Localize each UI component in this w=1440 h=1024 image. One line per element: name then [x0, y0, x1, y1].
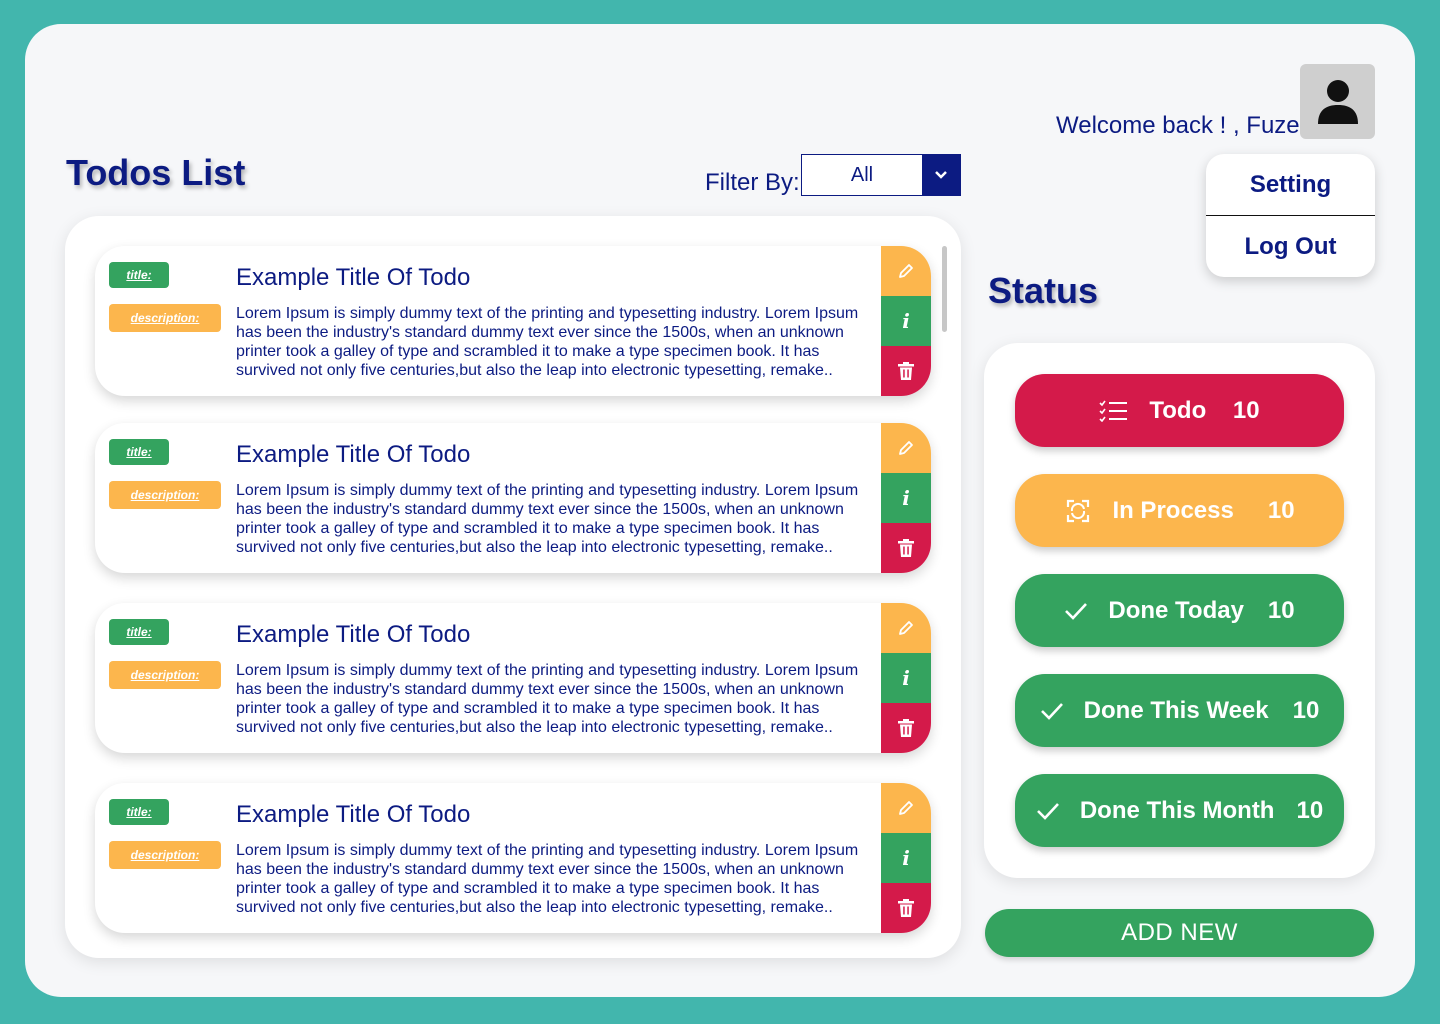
info-button[interactable]: i: [881, 653, 931, 703]
status-label: Todo: [1149, 396, 1207, 424]
filter-selected-value: All: [850, 163, 874, 186]
edit-button[interactable]: [881, 246, 931, 296]
info-button[interactable]: i: [881, 296, 931, 346]
user-menu: Setting Log Out: [1206, 154, 1375, 277]
todo-description: Lorem Ipsum is simply dummy text of the …: [236, 662, 859, 736]
check-icon: [1065, 602, 1088, 620]
info-icon: i: [902, 846, 910, 870]
delete-button[interactable]: [881, 346, 931, 396]
description-tag: description:: [109, 661, 221, 689]
filter-select[interactable]: All: [801, 154, 961, 196]
status-done-month-button[interactable]: Done This Month 10: [1015, 774, 1344, 847]
todo-card: title: description: Example Title Of Tod…: [95, 423, 931, 573]
todo-title: Example Title Of Todo: [236, 621, 471, 648]
title-tag: title:: [109, 439, 169, 465]
status-count: 10: [1267, 496, 1295, 524]
todo-card: title: description: Example Title Of Tod…: [95, 603, 931, 753]
pencil-icon: [899, 621, 913, 635]
status-done-week-button[interactable]: Done This Week 10: [1015, 674, 1344, 747]
welcome-message: Welcome back ! , Fuze: [1056, 112, 1300, 139]
todo-description: Lorem Ipsum is simply dummy text of the …: [236, 305, 859, 379]
add-new-button[interactable]: ADD NEW: [985, 909, 1374, 957]
status-count: 10: [1232, 396, 1260, 424]
dropdown-toggle[interactable]: [922, 155, 960, 195]
delete-button[interactable]: [881, 883, 931, 933]
status-count: 10: [1267, 596, 1295, 624]
title-tag: title:: [109, 619, 169, 645]
status-done-today-button[interactable]: Done Today 10: [1015, 574, 1344, 647]
todo-card: title: description: Example Title Of Tod…: [95, 783, 931, 933]
avatar[interactable]: [1300, 64, 1375, 139]
edit-button[interactable]: [881, 783, 931, 833]
check-icon: [1036, 802, 1059, 820]
todo-description: Lorem Ipsum is simply dummy text of the …: [236, 842, 859, 916]
pencil-icon: [899, 264, 913, 278]
status-label: Done This Week: [1083, 696, 1269, 724]
todo-description: Lorem Ipsum is simply dummy text of the …: [236, 482, 859, 556]
trash-icon: [898, 899, 914, 917]
chevron-down-icon: [935, 171, 947, 179]
status-label: In Process: [1112, 496, 1234, 524]
todo-title: Example Title Of Todo: [236, 801, 471, 828]
status-label: Done Today: [1108, 596, 1244, 624]
setting-menu-item[interactable]: Setting: [1206, 154, 1375, 215]
trash-icon: [898, 719, 914, 737]
refresh-icon: [1067, 499, 1090, 522]
status-todo-button[interactable]: Todo 10: [1015, 374, 1344, 447]
info-icon: i: [902, 486, 910, 510]
trash-icon: [898, 539, 914, 557]
delete-button[interactable]: [881, 523, 931, 573]
edit-button[interactable]: [881, 603, 931, 653]
status-label: Done This Month: [1079, 796, 1275, 824]
description-tag: description:: [109, 841, 221, 869]
todo-title: Example Title Of Todo: [236, 264, 471, 291]
pencil-icon: [899, 441, 913, 455]
info-icon: i: [902, 309, 910, 333]
status-count: 10: [1296, 796, 1324, 824]
description-tag: description:: [109, 481, 221, 509]
filter-label: Filter By:: [705, 169, 800, 196]
todo-title: Example Title Of Todo: [236, 441, 471, 468]
status-title: Status: [988, 270, 1099, 311]
info-icon: i: [902, 666, 910, 690]
status-in-process-button[interactable]: In Process 10: [1015, 474, 1344, 547]
description-tag: description:: [109, 304, 221, 332]
title-tag: title:: [109, 799, 169, 825]
delete-button[interactable]: [881, 703, 931, 753]
edit-button[interactable]: [881, 423, 931, 473]
status-count: 10: [1292, 696, 1320, 724]
check-icon: [1040, 702, 1063, 720]
title-tag: title:: [109, 262, 169, 288]
scrollbar-thumb[interactable]: [942, 246, 947, 332]
trash-icon: [898, 362, 914, 380]
page-title: Todos List: [66, 152, 246, 193]
info-button[interactable]: i: [881, 833, 931, 883]
user-icon: [1317, 79, 1358, 124]
todo-card: title: description: Example Title Of Tod…: [95, 246, 931, 396]
checklist-icon: [1099, 400, 1128, 422]
logout-menu-item[interactable]: Log Out: [1206, 216, 1375, 277]
pencil-icon: [899, 801, 913, 815]
info-button[interactable]: i: [881, 473, 931, 523]
